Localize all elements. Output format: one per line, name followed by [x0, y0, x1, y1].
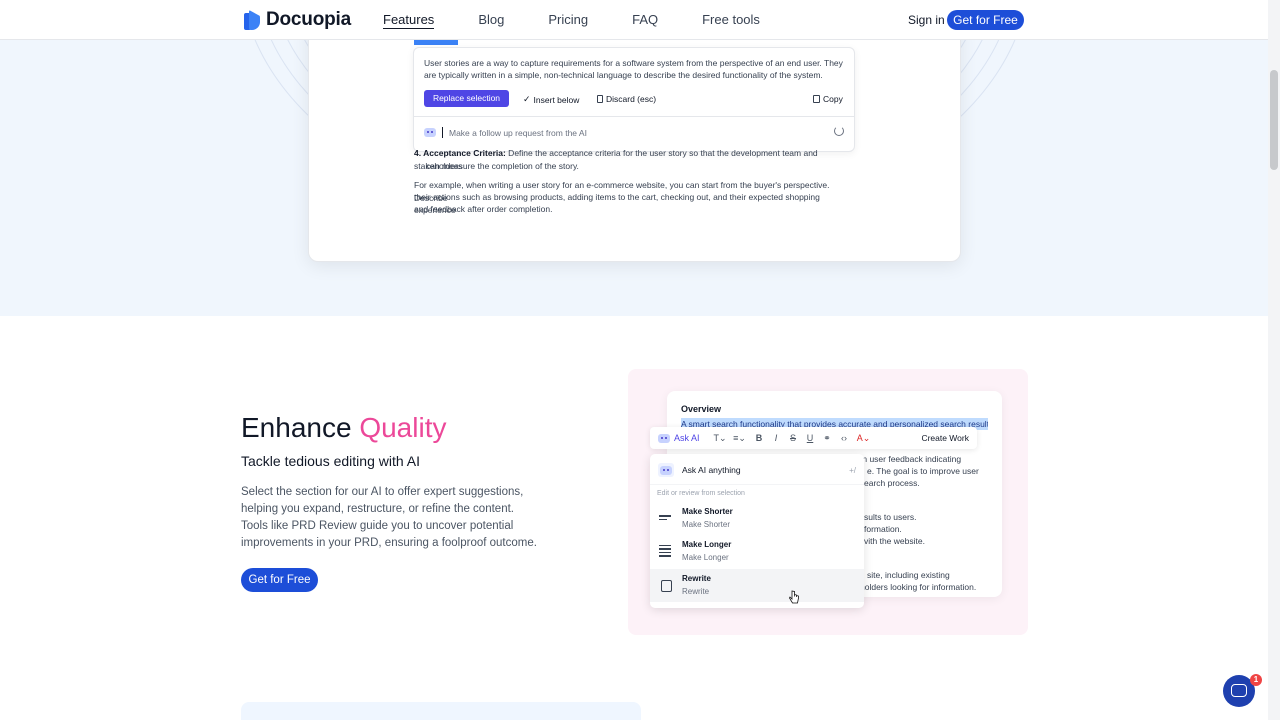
section-get-free-button[interactable]: Get for Free	[241, 568, 318, 592]
description-paragraph-2: Tools like PRD Review guide you to uncov…	[241, 520, 537, 549]
followup-placeholder: Make a follow up request from the AI	[449, 127, 587, 138]
nav-link-free-tools[interactable]: Free tools	[702, 12, 760, 29]
discard-label: Discard (esc)	[606, 94, 657, 104]
followup-input[interactable]: Make a follow up request from the AI	[424, 127, 587, 138]
brand-logo[interactable]: Docuopia	[244, 9, 351, 31]
format-toolbar: Ask AI T⌄ ≡⌄ B I S U ⚭ ‹› A⌄ Create Work	[650, 427, 977, 449]
sign-in-link[interactable]: Sign in	[908, 13, 945, 27]
text-cursor	[442, 127, 443, 138]
refresh-icon[interactable]	[834, 126, 844, 136]
shortcut-hint: +/	[849, 466, 856, 475]
menu-item-subtitle: Make Longer	[682, 553, 729, 562]
doc-example-line-3: and feedback after order completion.	[414, 204, 553, 214]
underline-icon[interactable]: U	[802, 433, 819, 443]
menu-item-make-shorter[interactable]: Make Shorter Make Shorter	[650, 502, 864, 535]
section-subtitle: Tackle tedious editing with AI	[241, 453, 420, 469]
menu-item-subtitle: Make Shorter	[682, 520, 731, 529]
menu-item-make-longer[interactable]: Make Longer Make Longer	[650, 535, 864, 568]
section-title: Enhance Quality	[241, 412, 446, 444]
insert-below-button[interactable]: ✓ Insert below	[523, 94, 579, 105]
nav-link-blog[interactable]: Blog	[478, 12, 504, 29]
menu-item-subtitle: Rewrite	[682, 587, 710, 596]
popup-divider	[414, 116, 854, 117]
page-scrollbar[interactable]	[1268, 0, 1280, 720]
menu-item-rewrite[interactable]: Rewrite Rewrite	[650, 569, 864, 602]
menu-item-title: Rewrite	[682, 574, 711, 583]
mockup-line: m user feedback indicating	[860, 454, 962, 464]
scrollbar-thumb[interactable]	[1270, 70, 1278, 170]
ask-ai-label: Ask AI	[674, 433, 700, 443]
discard-button[interactable]: Discard (esc)	[597, 94, 656, 104]
insert-below-label: Insert below	[533, 94, 580, 105]
title-accent: Quality	[359, 412, 447, 443]
ask-ai-anything-label: Ask AI anything	[682, 465, 741, 475]
italic-icon[interactable]: I	[768, 433, 785, 443]
menu-section-hint: Edit or review from selection	[657, 490, 745, 497]
replace-selection-button[interactable]: Replace selection	[424, 90, 509, 107]
ai-bot-icon	[424, 128, 436, 137]
chat-unread-badge: 1	[1250, 674, 1262, 686]
brand-name: Docuopia	[266, 9, 351, 30]
nav-get-free-button[interactable]: Get for Free	[947, 10, 1024, 30]
title-plain: Enhance	[241, 412, 360, 443]
next-feature-card	[241, 702, 641, 720]
nav-link-features[interactable]: Features	[383, 12, 435, 29]
top-navbar: Docuopia Features Blog Pricing FAQ Free …	[0, 0, 1268, 40]
mockup-line: sults to users.	[864, 512, 917, 522]
rewrite-icon	[661, 580, 672, 592]
mockup-overview-heading: Overview	[681, 404, 722, 414]
nav-link-faq[interactable]: FAQ	[632, 12, 658, 29]
code-icon[interactable]: ‹›	[836, 433, 853, 443]
mockup-line: e. The goal is to improve user	[867, 466, 979, 476]
lines-icon	[659, 543, 674, 558]
section-description: Select the section for our AI to offer e…	[241, 484, 561, 552]
doc-criteria-line-2: can measure the completion of the story.	[426, 161, 579, 171]
mockup-line: formation.	[864, 524, 902, 534]
description-paragraph-1: Select the section for our AI to offer e…	[241, 486, 524, 515]
trash-icon	[597, 95, 603, 103]
ai-result-text: User stories are a way to capture requir…	[424, 58, 843, 80]
editor-demo-section: User stories are a way to capture requir…	[0, 40, 1268, 316]
mockup-line: vith the website.	[864, 536, 925, 546]
menu-divider	[650, 484, 864, 485]
nav-links: Features Blog Pricing FAQ Free tools	[383, 12, 760, 29]
bold-icon[interactable]: B	[751, 433, 768, 443]
text-format-icon[interactable]: T⌄	[712, 433, 729, 444]
menu-item-title: Make Longer	[682, 540, 732, 549]
ai-dropdown-menu: Ask AI anything +/ Edit or review from s…	[650, 454, 864, 608]
ai-bot-icon	[658, 433, 670, 443]
mockup-line: site, including existing	[867, 570, 950, 580]
copy-label: Copy	[823, 94, 843, 104]
copy-icon	[813, 95, 820, 103]
menu-item-title: Make Shorter	[682, 507, 733, 516]
pointer-cursor-icon	[789, 590, 799, 604]
ai-face-glyph	[660, 465, 672, 475]
chat-icon	[1231, 684, 1247, 697]
mockup-line: earch process.	[864, 478, 920, 488]
strike-icon[interactable]: S	[785, 433, 802, 443]
lines-icon	[659, 510, 674, 525]
create-work-button[interactable]: Create Work	[921, 433, 969, 443]
nav-link-pricing[interactable]: Pricing	[548, 12, 588, 29]
align-icon[interactable]: ≡⌄	[729, 433, 751, 444]
selection-highlight	[414, 40, 458, 45]
ai-result-popup: User stories are a way to capture requir…	[413, 47, 855, 152]
link-icon[interactable]: ⚭	[819, 433, 836, 444]
font-color-icon[interactable]: A⌄	[853, 433, 875, 444]
copy-button[interactable]: Copy	[813, 94, 843, 104]
checkmark-icon: ✓	[523, 94, 531, 104]
mockup-line: holders looking for information.	[860, 582, 977, 592]
ask-ai-anything-item[interactable]: Ask AI anything	[658, 463, 741, 477]
logo-icon	[244, 10, 260, 30]
ask-ai-button[interactable]: Ask AI	[658, 433, 700, 443]
ai-bot-icon	[658, 463, 674, 477]
criteria-heading: 4. Acceptance Criteria:	[414, 148, 506, 158]
